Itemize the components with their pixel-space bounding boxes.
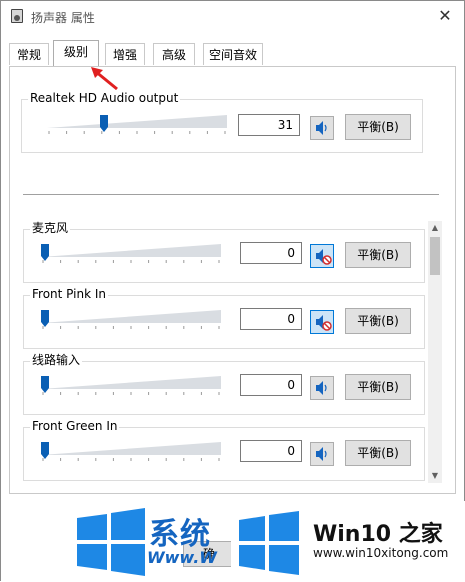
slider-track-wedge [41, 310, 221, 329]
tab-spatial-sound[interactable]: 空间音效 [203, 43, 263, 65]
scroll-up-arrow-icon[interactable]: ▲ [428, 221, 442, 235]
slider-track-wedge [41, 244, 221, 263]
line-in-volume-value[interactable]: 0 [240, 374, 302, 396]
mic-volume-slider[interactable] [41, 242, 221, 264]
speaker-muted-icon [316, 315, 332, 331]
slider-wedge [41, 310, 221, 323]
scroll-down-arrow-icon[interactable]: ▼ [428, 469, 442, 483]
line-in-balance-button[interactable]: 平衡(B) [345, 374, 411, 400]
title-bar: 扬声器 属性 ✕ [1, 1, 464, 31]
tab-levels[interactable]: 级别 [53, 40, 99, 66]
tab-enhancements[interactable]: 增强 [105, 43, 145, 65]
output-balance-button[interactable]: 平衡(B) [345, 114, 411, 140]
line-in-mute-button[interactable] [310, 376, 334, 400]
speaker-icon [316, 121, 327, 135]
speaker-app-icon [11, 9, 23, 23]
properties-window: 扬声器 属性 ✕ 常规 级别 增强 高级 空间音效 Realtek HD Aud… [0, 0, 465, 582]
speaker-icon [316, 381, 327, 395]
tab-advanced[interactable]: 高级 [153, 43, 195, 65]
watermark-left-text: 系统 [149, 517, 211, 552]
front-green-volume-slider[interactable] [41, 440, 221, 462]
line-in-volume-slider[interactable] [41, 374, 221, 396]
front-green-volume-value[interactable]: 0 [240, 440, 302, 462]
input-label-front-pink: Front Pink In [30, 286, 108, 302]
slider-thumb [41, 244, 49, 261]
front-pink-mute-button[interactable] [310, 310, 334, 334]
front-green-mute-button[interactable] [310, 442, 334, 466]
watermark-left-url: Www.W [147, 548, 217, 567]
divider [23, 194, 439, 195]
slider-wedge [47, 115, 227, 128]
mic-volume-value[interactable]: 0 [240, 242, 302, 264]
input-label-line-in: 线路输入 [30, 352, 83, 368]
slider-track-wedge [41, 376, 221, 395]
input-label-mic: 麦克风 [30, 220, 71, 236]
vertical-scrollbar[interactable]: ▲ ▼ [428, 221, 442, 483]
slider-wedge [41, 376, 221, 389]
speaker-icon [316, 447, 327, 461]
tab-general[interactable]: 常规 [9, 43, 49, 65]
front-pink-volume-value[interactable]: 0 [240, 308, 302, 330]
front-green-balance-button[interactable]: 平衡(B) [345, 440, 411, 466]
output-volume-value[interactable]: 31 [238, 114, 300, 136]
slider-thumb [41, 310, 49, 327]
slider-thumb [100, 115, 108, 132]
slider-thumb [41, 442, 49, 459]
scroll-thumb[interactable] [430, 237, 440, 275]
front-pink-balance-button[interactable]: 平衡(B) [345, 308, 411, 334]
speaker-muted-icon [316, 249, 332, 265]
output-mute-button[interactable] [310, 116, 334, 140]
slider-wedge [41, 244, 221, 257]
mic-mute-button[interactable] [310, 244, 334, 268]
output-device-label: Realtek HD Audio output [28, 90, 181, 106]
window-title: 扬声器 属性 [31, 11, 95, 25]
slider-wedge [41, 442, 221, 455]
output-volume-slider[interactable] [47, 113, 227, 135]
slider-track-wedge [41, 442, 221, 461]
input-label-front-green: Front Green In [30, 418, 120, 434]
windows-logo-watermark-right [239, 511, 299, 575]
watermark-right-brand: Win10 之家 [313, 522, 443, 547]
watermark-right-url: www.win10xitong.com [313, 546, 449, 560]
slider-track-wedge [47, 115, 227, 134]
slider-thumb [41, 376, 49, 393]
close-button[interactable]: ✕ [434, 5, 456, 27]
front-pink-volume-slider[interactable] [41, 308, 221, 330]
mic-balance-button[interactable]: 平衡(B) [345, 242, 411, 268]
